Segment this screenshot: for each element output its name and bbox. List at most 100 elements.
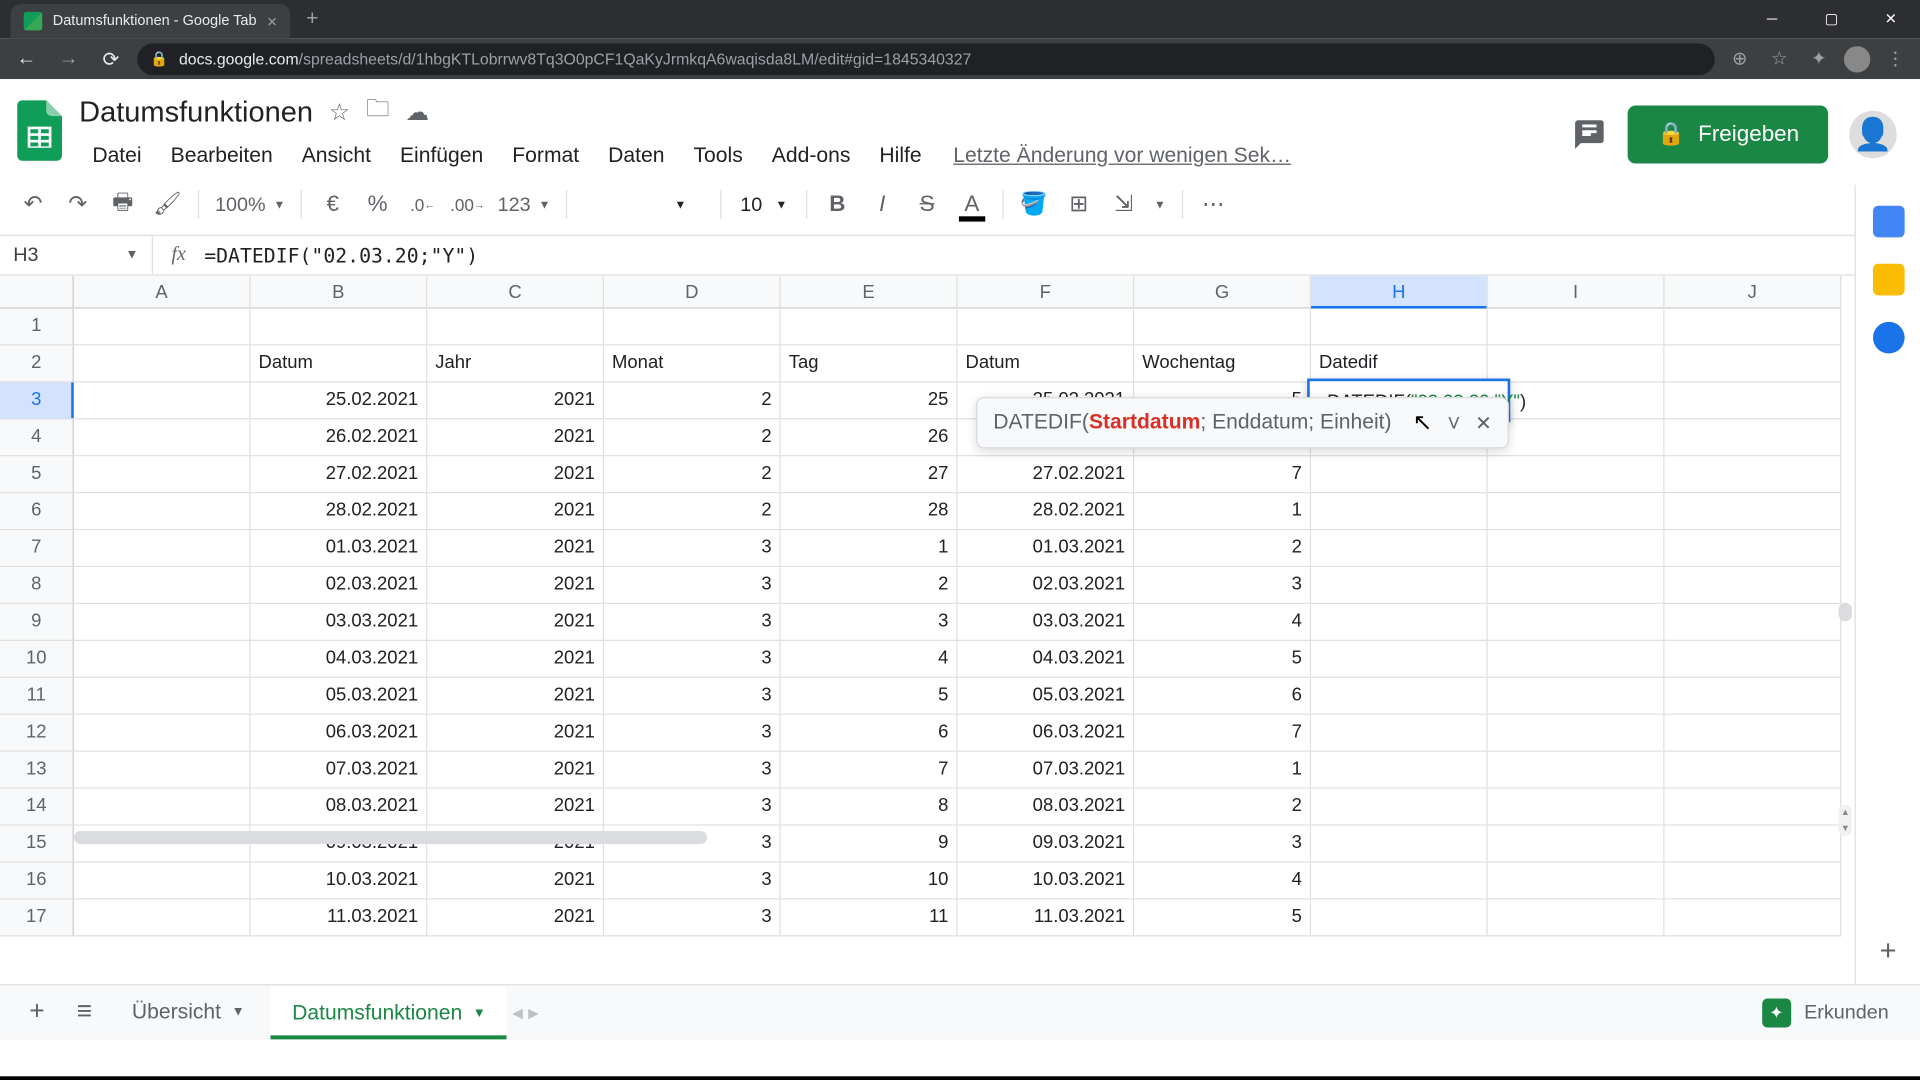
- cell-A12[interactable]: [74, 715, 251, 752]
- cell-C10[interactable]: 2021: [427, 641, 604, 678]
- cell-C9[interactable]: 2021: [427, 604, 604, 641]
- cell-D11[interactable]: 3: [604, 678, 781, 715]
- explore-button[interactable]: Erkunden: [1746, 990, 1905, 1035]
- maximize-icon[interactable]: ▢: [1802, 0, 1861, 38]
- menu-help[interactable]: Hilfe: [866, 140, 935, 174]
- cell-E1[interactable]: [781, 309, 958, 346]
- cell-E8[interactable]: 2: [781, 567, 958, 604]
- cell-I11[interactable]: [1488, 678, 1665, 715]
- cell-B13[interactable]: 07.03.2021: [251, 752, 428, 789]
- currency-button[interactable]: €: [313, 185, 353, 225]
- increase-decimal-button[interactable]: .00→: [448, 185, 488, 225]
- back-button[interactable]: ←: [11, 47, 43, 69]
- cell-B2[interactable]: Datum: [251, 346, 428, 383]
- cell-B17[interactable]: 11.03.2021: [251, 900, 428, 937]
- cell-J15[interactable]: [1665, 826, 1842, 863]
- column-header-C[interactable]: C: [427, 276, 604, 309]
- cell-A10[interactable]: [74, 641, 251, 678]
- close-tab-icon[interactable]: ×: [267, 11, 277, 31]
- sheets-logo[interactable]: [13, 95, 66, 166]
- cell-I9[interactable]: [1488, 604, 1665, 641]
- cell-B14[interactable]: 08.03.2021: [251, 789, 428, 826]
- cell-A9[interactable]: [74, 604, 251, 641]
- formula-input[interactable]: =DATEDIF("02.03.20;"Y"): [204, 243, 1920, 267]
- cell-A8[interactable]: [74, 567, 251, 604]
- cell-E7[interactable]: 1: [781, 530, 958, 567]
- cell-B8[interactable]: 02.03.2021: [251, 567, 428, 604]
- cell-F14[interactable]: 08.03.2021: [958, 789, 1135, 826]
- borders-button[interactable]: ⊞: [1059, 185, 1099, 225]
- cell-D16[interactable]: 3: [604, 863, 781, 900]
- cell-H1[interactable]: [1311, 309, 1488, 346]
- cell-C6[interactable]: 2021: [427, 493, 604, 530]
- cell-B3[interactable]: 25.02.2021: [251, 383, 428, 420]
- row-header-5[interactable]: 5: [0, 456, 74, 493]
- cell-A7[interactable]: [74, 530, 251, 567]
- cell-J11[interactable]: [1665, 678, 1842, 715]
- cell-E2[interactable]: Tag: [781, 346, 958, 383]
- redo-button[interactable]: ↷: [58, 185, 98, 225]
- row-header-15[interactable]: 15: [0, 826, 74, 863]
- cell-E16[interactable]: 10: [781, 863, 958, 900]
- cell-E9[interactable]: 3: [781, 604, 958, 641]
- browser-tab[interactable]: Datumsfunktionen - Google Tab ×: [11, 4, 291, 38]
- cell-A1[interactable]: [74, 309, 251, 346]
- cell-G5[interactable]: 7: [1134, 456, 1311, 493]
- extensions-icon[interactable]: ✦: [1804, 47, 1833, 69]
- move-icon[interactable]: 🗀: [366, 92, 390, 132]
- text-color-button[interactable]: A: [952, 185, 992, 225]
- row-header-7[interactable]: 7: [0, 530, 74, 567]
- bookmark-icon[interactable]: ☆: [1765, 47, 1794, 69]
- cell-B10[interactable]: 04.03.2021: [251, 641, 428, 678]
- row-header-9[interactable]: 9: [0, 604, 74, 641]
- column-header-G[interactable]: G: [1134, 276, 1311, 309]
- column-header-D[interactable]: D: [604, 276, 781, 309]
- cell-D5[interactable]: 2: [604, 456, 781, 493]
- account-avatar[interactable]: 👤: [1849, 111, 1896, 158]
- cell-G6[interactable]: 1: [1134, 493, 1311, 530]
- cell-C11[interactable]: 2021: [427, 678, 604, 715]
- column-header-J[interactable]: J: [1665, 276, 1842, 309]
- cell-B9[interactable]: 03.03.2021: [251, 604, 428, 641]
- cell-I12[interactable]: [1488, 715, 1665, 752]
- cell-D12[interactable]: 3: [604, 715, 781, 752]
- cell-D4[interactable]: 2: [604, 419, 781, 456]
- cell-G13[interactable]: 1: [1134, 752, 1311, 789]
- cell-E17[interactable]: 11: [781, 900, 958, 937]
- row-header-1[interactable]: 1: [0, 309, 74, 346]
- column-header-E[interactable]: E: [781, 276, 958, 309]
- cell-E6[interactable]: 28: [781, 493, 958, 530]
- all-sheets-button[interactable]: ≡: [63, 991, 105, 1033]
- cell-J7[interactable]: [1665, 530, 1842, 567]
- cell-B4[interactable]: 26.02.2021: [251, 419, 428, 456]
- cell-J9[interactable]: [1665, 604, 1842, 641]
- decrease-decimal-button[interactable]: .0←: [403, 185, 443, 225]
- comments-icon[interactable]: [1573, 117, 1607, 151]
- cell-G9[interactable]: 4: [1134, 604, 1311, 641]
- cell-G16[interactable]: 4: [1134, 863, 1311, 900]
- cell-E3[interactable]: 25: [781, 383, 958, 420]
- cell-F8[interactable]: 02.03.2021: [958, 567, 1135, 604]
- cell-D6[interactable]: 2: [604, 493, 781, 530]
- sheet-tab-menu-icon[interactable]: ▼: [473, 1006, 486, 1021]
- cell-A4[interactable]: [74, 419, 251, 456]
- font-selector[interactable]: ▼: [578, 198, 710, 211]
- cell-D9[interactable]: 3: [604, 604, 781, 641]
- row-header-14[interactable]: 14: [0, 789, 74, 826]
- cell-A13[interactable]: [74, 752, 251, 789]
- tooltip-expand-icon[interactable]: ᐯ: [1448, 414, 1459, 432]
- column-header-B[interactable]: B: [251, 276, 428, 309]
- cell-B6[interactable]: 28.02.2021: [251, 493, 428, 530]
- cell-A3[interactable]: [74, 383, 251, 420]
- more-toolbar-button[interactable]: ⋯: [1193, 185, 1233, 225]
- cell-D14[interactable]: 3: [604, 789, 781, 826]
- browser-menu-icon[interactable]: ⋮: [1881, 47, 1910, 69]
- cell-D17[interactable]: 3: [604, 900, 781, 937]
- cell-G1[interactable]: [1134, 309, 1311, 346]
- calendar-addon-icon[interactable]: [1872, 206, 1904, 238]
- cell-F11[interactable]: 05.03.2021: [958, 678, 1135, 715]
- cell-E14[interactable]: 8: [781, 789, 958, 826]
- cell-F5[interactable]: 27.02.2021: [958, 456, 1135, 493]
- paint-format-button[interactable]: 🖌: [148, 185, 188, 225]
- new-tab-button[interactable]: +: [306, 7, 318, 31]
